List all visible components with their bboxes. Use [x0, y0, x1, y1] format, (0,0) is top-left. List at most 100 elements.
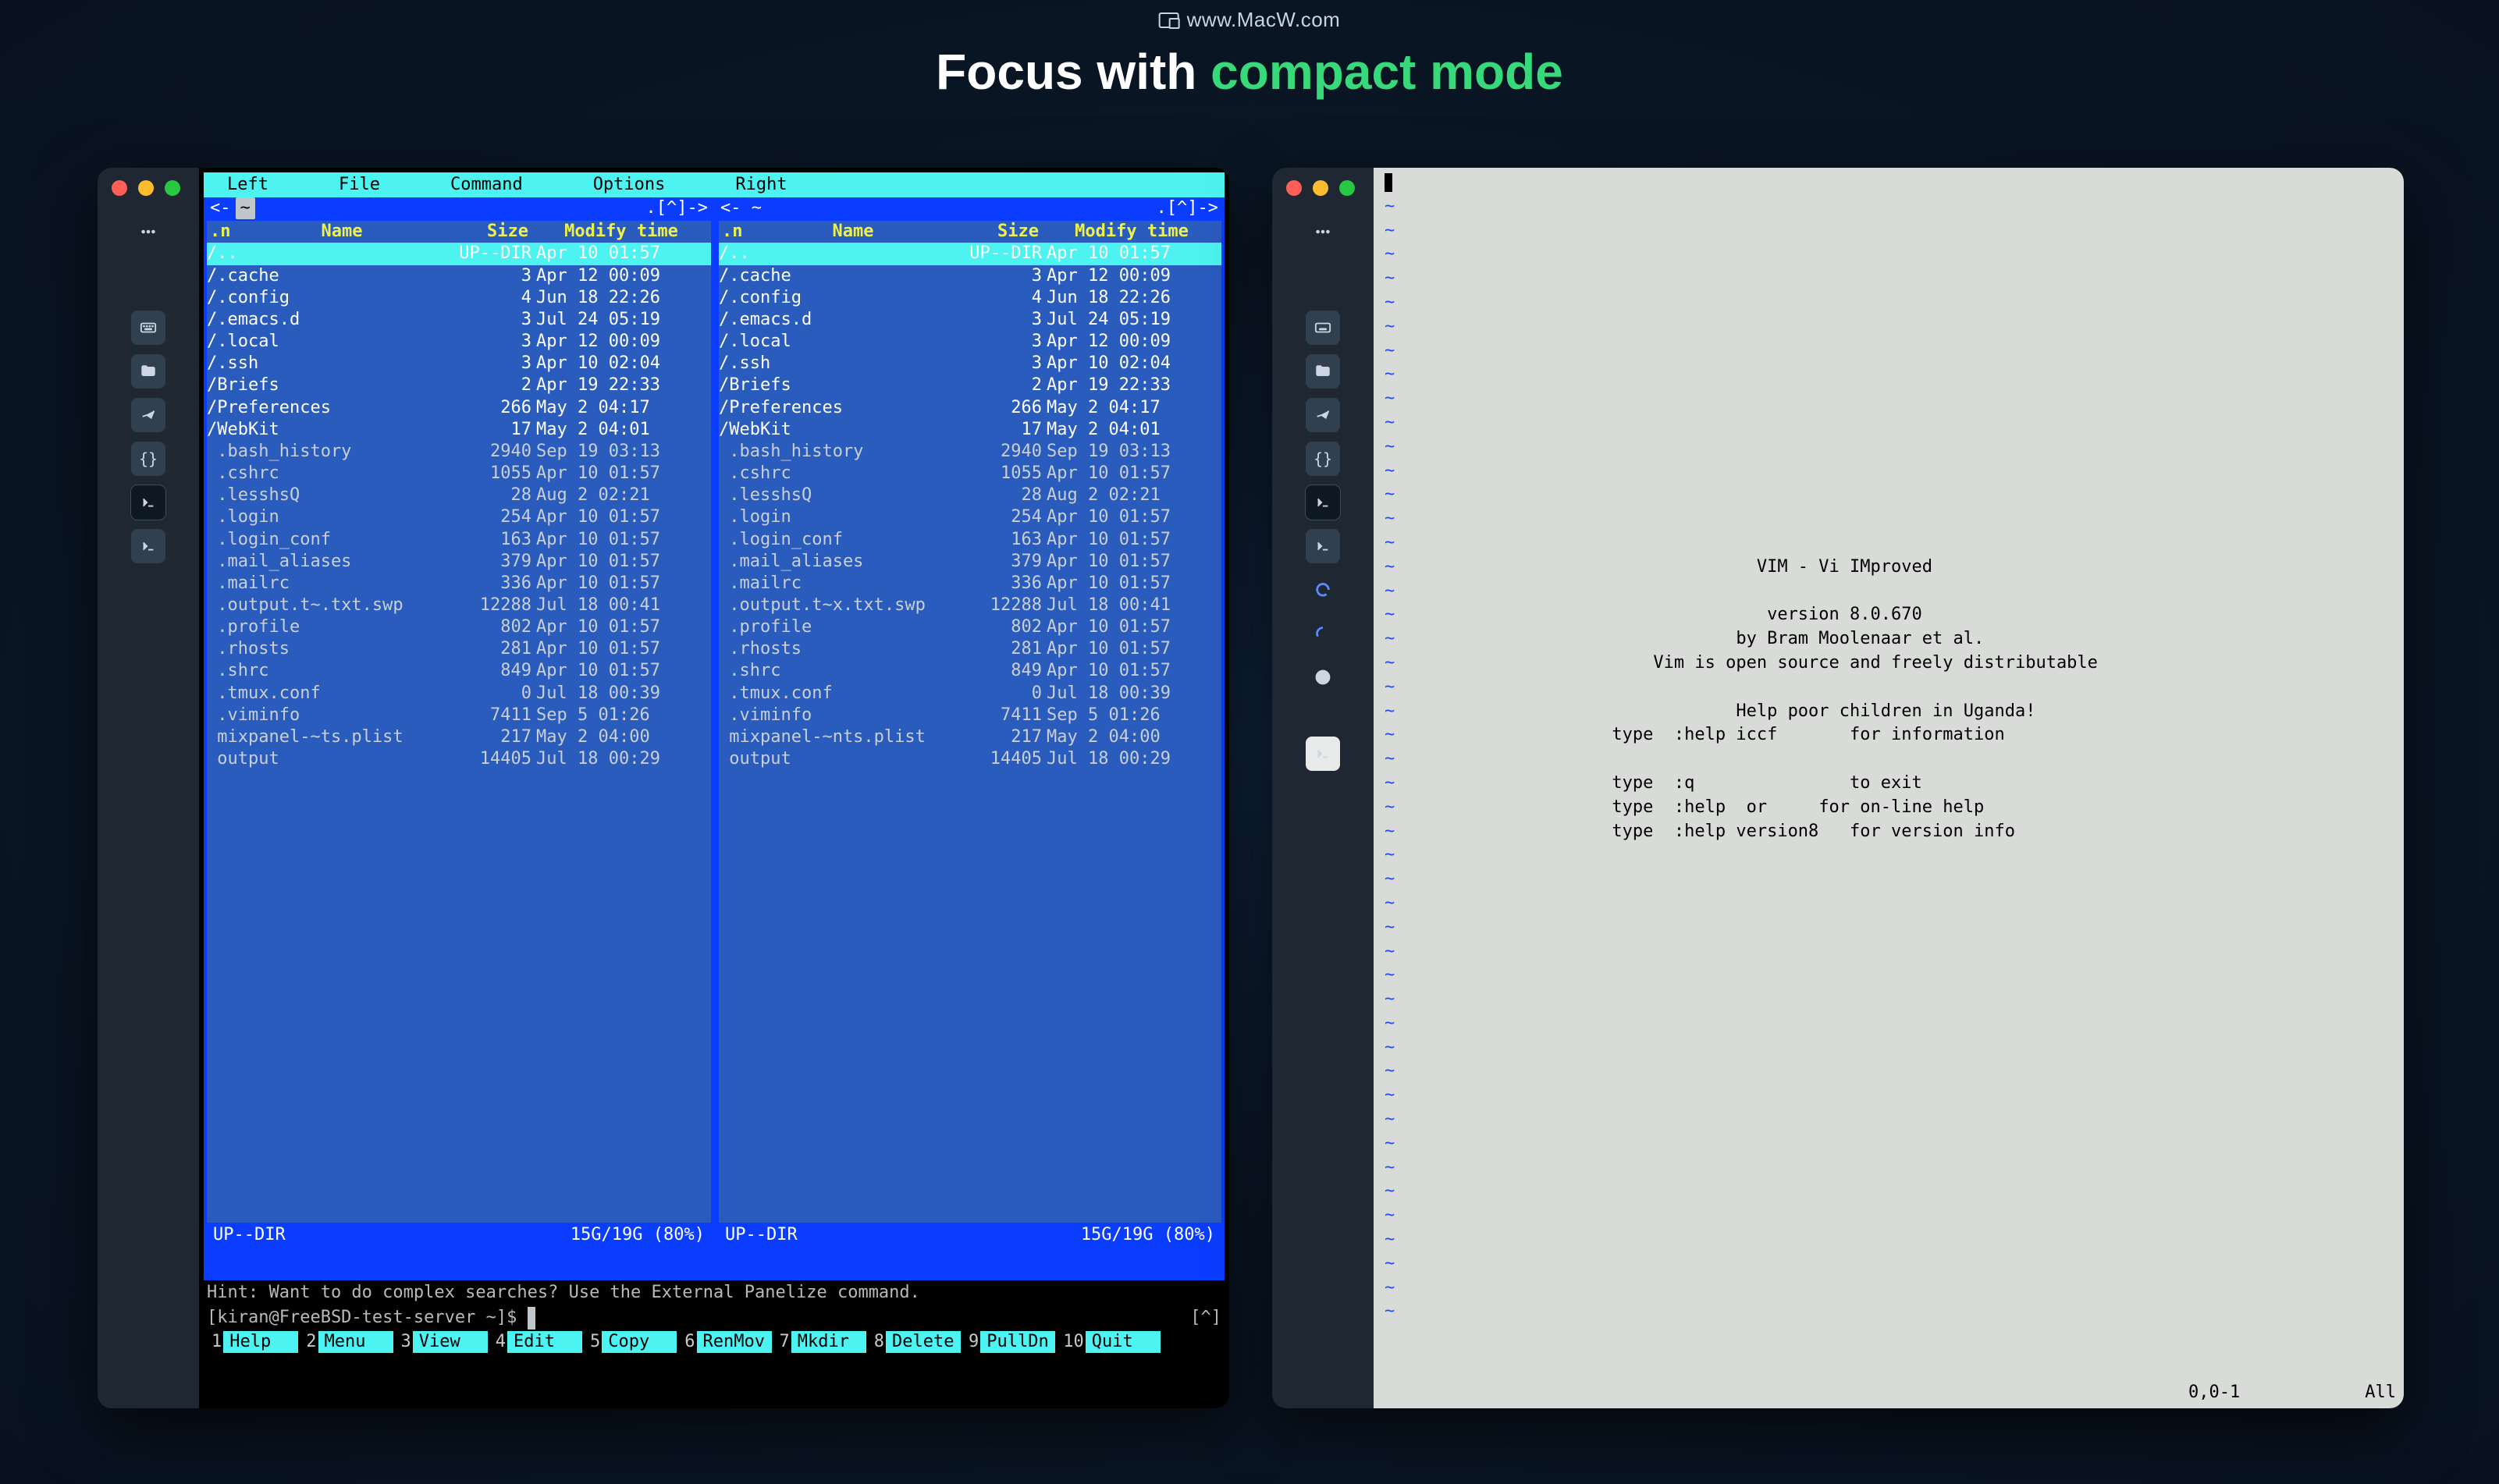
file-row[interactable]: /.cache3Apr 12 00:09	[719, 265, 1221, 287]
file-row[interactable]: .mailrc336Apr 10 01:57	[207, 573, 711, 595]
page-title: Focus with compact mode	[936, 43, 1563, 101]
file-row[interactable]: .shrc849Apr 10 01:57	[719, 660, 1221, 682]
file-row[interactable]: .lesshsQ28Aug 2 02:21	[207, 485, 711, 506]
file-row[interactable]: .tmux.conf0Jul 18 00:39	[719, 683, 1221, 705]
mc-footer-left: UP--DIR 15G/19G (80%)	[204, 1223, 714, 1248]
minimize-button[interactable]	[138, 180, 154, 196]
window-controls	[112, 180, 180, 196]
fkey-copy[interactable]: 5Copy	[582, 1331, 677, 1353]
mc-panels: .n Name Size Modify time /..UP--DIRApr 1…	[204, 219, 1225, 1280]
file-row[interactable]: .shrc849Apr 10 01:57	[207, 660, 711, 682]
file-row[interactable]: .bash_history2940Sep 19 03:13	[207, 441, 711, 463]
file-row[interactable]: .viminfo7411Sep 5 01:26	[207, 705, 711, 726]
zoom-button[interactable]	[1339, 180, 1355, 196]
keyboard-icon[interactable]	[131, 311, 165, 345]
file-row[interactable]: /..UP--DIRApr 10 01:57	[719, 243, 1221, 264]
mc-menu-item[interactable]: Command	[450, 174, 523, 196]
fkey-edit[interactable]: 4Edit	[488, 1331, 582, 1353]
mc-path-home-left[interactable]: ~	[236, 197, 255, 219]
file-row[interactable]: /Preferences266May 2 04:17	[207, 397, 711, 419]
minimize-button[interactable]	[1313, 180, 1328, 196]
file-row[interactable]: /Preferences266May 2 04:17	[719, 397, 1221, 419]
mc-fkeys[interactable]: 1Help2Menu3View4Edit5Copy6RenMov7Mkdir8D…	[204, 1331, 1225, 1353]
fkey-quit[interactable]: 10Quit	[1055, 1331, 1161, 1353]
terminal-tab[interactable]	[131, 529, 165, 563]
file-row[interactable]: .login254Apr 10 01:57	[207, 506, 711, 528]
terminal-tab-active[interactable]	[131, 485, 165, 520]
mc-menubar[interactable]: Left File Command Options Right	[204, 172, 1225, 197]
file-row[interactable]: /.emacs.d3Jul 24 05:19	[719, 309, 1221, 331]
zoom-button[interactable]	[165, 180, 180, 196]
file-row[interactable]: /.local3Apr 12 00:09	[207, 331, 711, 353]
file-row[interactable]: .mail_aliases379Apr 10 01:57	[719, 551, 1221, 573]
terminal-tab-light[interactable]	[1306, 737, 1340, 771]
fkey-menu[interactable]: 2Menu	[298, 1331, 393, 1353]
file-row[interactable]: output14405Jul 18 00:29	[719, 748, 1221, 770]
file-row[interactable]: /Briefs2Apr 19 22:33	[207, 375, 711, 396]
tab-sidebar-left: {}	[98, 168, 199, 1408]
folder-icon[interactable]	[1306, 354, 1340, 389]
mc-terminal[interactable]: LeftFileCommandOptionsRight <- ~ .[^]-> …	[199, 168, 1229, 1408]
fkey-pulldn[interactable]: 9PullDn	[961, 1331, 1055, 1353]
file-row[interactable]: /.cache3Apr 12 00:09	[207, 265, 711, 287]
file-row[interactable]: .mailrc336Apr 10 01:57	[719, 573, 1221, 595]
fkey-delete[interactable]: 8Delete	[866, 1331, 961, 1353]
file-row[interactable]: .output.t~.txt.swp12288Jul 18 00:41	[207, 595, 711, 616]
file-row[interactable]: /.emacs.d3Jul 24 05:19	[207, 309, 711, 331]
mc-menu-item[interactable]: Left	[227, 174, 268, 196]
file-row[interactable]: .mail_aliases379Apr 10 01:57	[207, 551, 711, 573]
fkey-view[interactable]: 3View	[393, 1331, 488, 1353]
mc-panel-left[interactable]: .n Name Size Modify time /..UP--DIRApr 1…	[204, 221, 714, 1280]
file-row[interactable]: /.local3Apr 12 00:09	[719, 331, 1221, 353]
file-row[interactable]: .output.t~x.txt.swp12288Jul 18 00:41	[719, 595, 1221, 616]
file-row[interactable]: .rhosts281Apr 10 01:57	[207, 638, 711, 660]
terminal-window-left: {} LeftFileCommandOptionsRight <- ~ .[^]…	[98, 168, 1229, 1408]
terminal-window-right: {} ~~~~~~~~~~~~~~~~	[1272, 168, 2404, 1408]
file-row[interactable]: output14405Jul 18 00:29	[207, 748, 711, 770]
fkey-renmov[interactable]: 6RenMov	[677, 1331, 771, 1353]
file-row[interactable]: /.config4Jun 18 22:26	[207, 287, 711, 309]
fkey-mkdir[interactable]: 7Mkdir	[772, 1331, 866, 1353]
braces-icon[interactable]: {}	[1306, 442, 1340, 476]
file-row[interactable]: mixpanel-~ts.plist217May 2 04:00	[207, 726, 711, 748]
braces-icon[interactable]: {}	[131, 442, 165, 476]
file-row[interactable]: /..UP--DIRApr 10 01:57	[207, 243, 711, 264]
file-row[interactable]: .rhosts281Apr 10 01:57	[719, 638, 1221, 660]
close-button[interactable]	[1286, 180, 1302, 196]
file-row[interactable]: .login_conf163Apr 10 01:57	[207, 529, 711, 551]
mc-menu-item[interactable]: File	[339, 174, 380, 196]
mc-panel-right[interactable]: .n Name Size Modify time /..UP--DIRApr 1…	[714, 221, 1225, 1280]
file-row[interactable]: .tmux.conf0Jul 18 00:39	[207, 683, 711, 705]
file-row[interactable]: .bash_history2940Sep 19 03:13	[719, 441, 1221, 463]
file-row[interactable]: /WebKit17May 2 04:01	[207, 419, 711, 441]
more-icon[interactable]	[1306, 215, 1340, 249]
file-row[interactable]: .viminfo7411Sep 5 01:26	[719, 705, 1221, 726]
file-row[interactable]: .cshrc1055Apr 10 01:57	[207, 463, 711, 485]
file-row[interactable]: /.ssh3Apr 10 02:04	[719, 353, 1221, 375]
file-row[interactable]: .lesshsQ28Aug 2 02:21	[719, 485, 1221, 506]
file-row[interactable]: .login_conf163Apr 10 01:57	[719, 529, 1221, 551]
mc-menu-item[interactable]: Right	[735, 174, 787, 196]
file-row[interactable]: /Briefs2Apr 19 22:33	[719, 375, 1221, 396]
more-icon[interactable]	[131, 215, 165, 249]
file-row[interactable]: /.config4Jun 18 22:26	[719, 287, 1221, 309]
window-controls	[1286, 180, 1355, 196]
keyboard-icon[interactable]	[1306, 311, 1340, 345]
file-row[interactable]: .login254Apr 10 01:57	[719, 506, 1221, 528]
share-icon[interactable]	[1306, 398, 1340, 432]
mc-menu-item[interactable]: Options	[593, 174, 666, 196]
fkey-help[interactable]: 1Help	[204, 1331, 298, 1353]
file-row[interactable]: mixpanel-~nts.plist217May 2 04:00	[719, 726, 1221, 748]
terminal-tab[interactable]	[1306, 529, 1340, 563]
folder-icon[interactable]	[131, 354, 165, 389]
file-row[interactable]: /.ssh3Apr 10 02:04	[207, 353, 711, 375]
file-row[interactable]: /WebKit17May 2 04:01	[719, 419, 1221, 441]
close-button[interactable]	[112, 180, 127, 196]
share-icon[interactable]	[131, 398, 165, 432]
file-row[interactable]: .profile802Apr 10 01:57	[207, 616, 711, 638]
vim-terminal[interactable]: ~~~~~~~~~~~~~~~~ VIM - Vi IMproved~~ ver…	[1374, 168, 2404, 1408]
mc-prompt[interactable]: [kiran@FreeBSD-test-server ~]$ [^]	[204, 1305, 1225, 1330]
terminal-tab-active[interactable]	[1306, 485, 1340, 520]
file-row[interactable]: .cshrc1055Apr 10 01:57	[719, 463, 1221, 485]
file-row[interactable]: .profile802Apr 10 01:57	[719, 616, 1221, 638]
